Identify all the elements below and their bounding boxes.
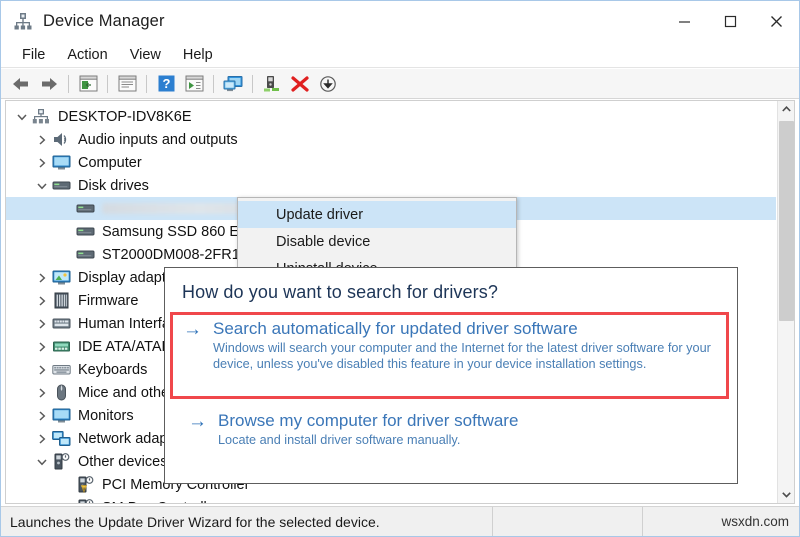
tree-node-label: Audio inputs and outputs: [78, 131, 238, 148]
computer-node-icon: [32, 108, 51, 125]
svg-text:?: ?: [162, 76, 170, 91]
option-title[interactable]: Browse my computer for driver software: [218, 410, 729, 432]
maximize-button[interactable]: [707, 1, 753, 42]
tree-node-label: Computer: [78, 154, 142, 171]
status-middle-cell: [493, 506, 643, 536]
scan-for-hardware-changes-icon[interactable]: [181, 72, 207, 96]
arrow-right-icon: →: [183, 319, 202, 340]
chevron-right-icon[interactable]: [34, 339, 50, 355]
arrow-right-icon: →: [188, 411, 207, 432]
device-manager-icon: [13, 11, 33, 31]
disable-device-icon[interactable]: [315, 72, 341, 96]
scrollbar-thumb[interactable]: [779, 121, 794, 321]
dialog-heading: How do you want to search for drivers?: [182, 282, 498, 302]
menu-file[interactable]: File: [11, 45, 56, 65]
monitor-icon: [52, 154, 71, 171]
firmware-icon: [52, 292, 71, 309]
tree-node[interactable]: SM Bus Controller: [6, 496, 776, 503]
chevron-right-icon[interactable]: [34, 132, 50, 148]
show-hide-console-tree-icon[interactable]: [75, 72, 101, 96]
device-manager-window: Device Manager File Action View Help ? D…: [0, 0, 800, 537]
chevron-right-icon[interactable]: [34, 385, 50, 401]
tree-node-label: Other devices: [78, 453, 168, 470]
keyboard-icon: [52, 361, 71, 378]
toolbar: ?: [1, 69, 799, 99]
toolbar-separator: [68, 74, 69, 93]
option-description: Locate and install driver software manua…: [218, 433, 461, 447]
tree-node-label: ST2000DM008-2FR102: [102, 246, 256, 263]
chevron-right-icon[interactable]: [34, 155, 50, 171]
menu-action[interactable]: Action: [56, 45, 118, 65]
chevron-right-icon[interactable]: [34, 316, 50, 332]
tree-node[interactable]: Disk drives: [6, 174, 776, 197]
close-button[interactable]: [753, 1, 799, 42]
watermark: wsxdn.com: [721, 514, 789, 529]
help-icon[interactable]: ?: [153, 72, 179, 96]
option-description: Windows will search your computer and th…: [213, 341, 711, 371]
ide-controller-icon: [52, 338, 71, 355]
tree-node-label: Firmware: [78, 292, 139, 309]
disk-icon: [76, 223, 95, 240]
window-title: Device Manager: [43, 11, 165, 30]
mouse-icon: [52, 384, 71, 401]
chevron-down-icon[interactable]: [34, 178, 50, 194]
update-driver-dialog: How do you want to search for drivers? →…: [164, 267, 738, 484]
scroll-up-arrow-icon[interactable]: [778, 101, 794, 118]
disk-icon: [52, 177, 71, 194]
context-menu-item-update-driver[interactable]: Update driver: [238, 201, 516, 228]
chevron-down-icon[interactable]: [34, 454, 50, 470]
other-device-icon: [76, 499, 95, 503]
show-hidden-devices-icon[interactable]: [220, 72, 246, 96]
disk-icon: [76, 246, 95, 263]
chevron-right-icon[interactable]: [34, 431, 50, 447]
scroll-down-arrow-icon[interactable]: [778, 486, 794, 503]
chevron-right-icon[interactable]: [34, 362, 50, 378]
vertical-scrollbar[interactable]: [777, 101, 794, 503]
tree-node[interactable]: Computer: [6, 151, 776, 174]
disk-icon: [76, 200, 95, 217]
toolbar-separator: [213, 74, 214, 93]
option-title[interactable]: Search automatically for updated driver …: [213, 318, 729, 340]
network-adapter-icon: [52, 430, 71, 447]
hid-icon: [52, 315, 71, 332]
tree-node-label: Disk drives: [78, 177, 149, 194]
minimize-button[interactable]: [661, 1, 707, 42]
tree-node[interactable]: Audio inputs and outputs: [6, 128, 776, 151]
context-menu-item-disable-device[interactable]: Disable device: [238, 228, 516, 255]
option-search-automatically[interactable]: → Search automatically for updated drive…: [173, 318, 729, 372]
option-browse-my-computer[interactable]: → Browse my computer for driver software…: [178, 410, 729, 448]
toolbar-separator: [146, 74, 147, 93]
chevron-down-icon[interactable]: [14, 109, 30, 125]
chevron-right-icon[interactable]: [34, 293, 50, 309]
forward-arrow-icon[interactable]: [36, 72, 62, 96]
update-driver-icon[interactable]: [259, 72, 285, 96]
tree-node[interactable]: DESKTOP-IDV8K6E: [6, 105, 776, 128]
menu-view[interactable]: View: [119, 45, 172, 65]
chevron-right-icon[interactable]: [34, 408, 50, 424]
title-bar: Device Manager: [1, 1, 799, 42]
tree-node-label: Keyboards: [78, 361, 148, 378]
display-adapter-icon: [52, 269, 71, 286]
other-device-icon: [76, 476, 95, 494]
speaker-icon: [52, 131, 71, 148]
tree-node-label: SM Bus Controller: [102, 499, 220, 504]
uninstall-device-icon[interactable]: [287, 72, 313, 96]
tree-node-label: DESKTOP-IDV8K6E: [58, 108, 192, 125]
back-arrow-icon[interactable]: [8, 72, 34, 96]
properties-icon[interactable]: [114, 72, 140, 96]
monitor-icon: [52, 407, 71, 424]
window-controls: [661, 1, 799, 42]
menu-help[interactable]: Help: [172, 45, 224, 65]
toolbar-separator: [107, 74, 108, 93]
chevron-right-icon[interactable]: [34, 270, 50, 286]
status-message: Launches the Update Driver Wizard for th…: [1, 506, 493, 536]
toolbar-separator: [252, 74, 253, 93]
tree-node-label: Monitors: [78, 407, 134, 424]
menu-bar: File Action View Help: [1, 42, 799, 68]
other-device-icon: [52, 453, 71, 470]
status-bar: Launches the Update Driver Wizard for th…: [1, 506, 799, 536]
